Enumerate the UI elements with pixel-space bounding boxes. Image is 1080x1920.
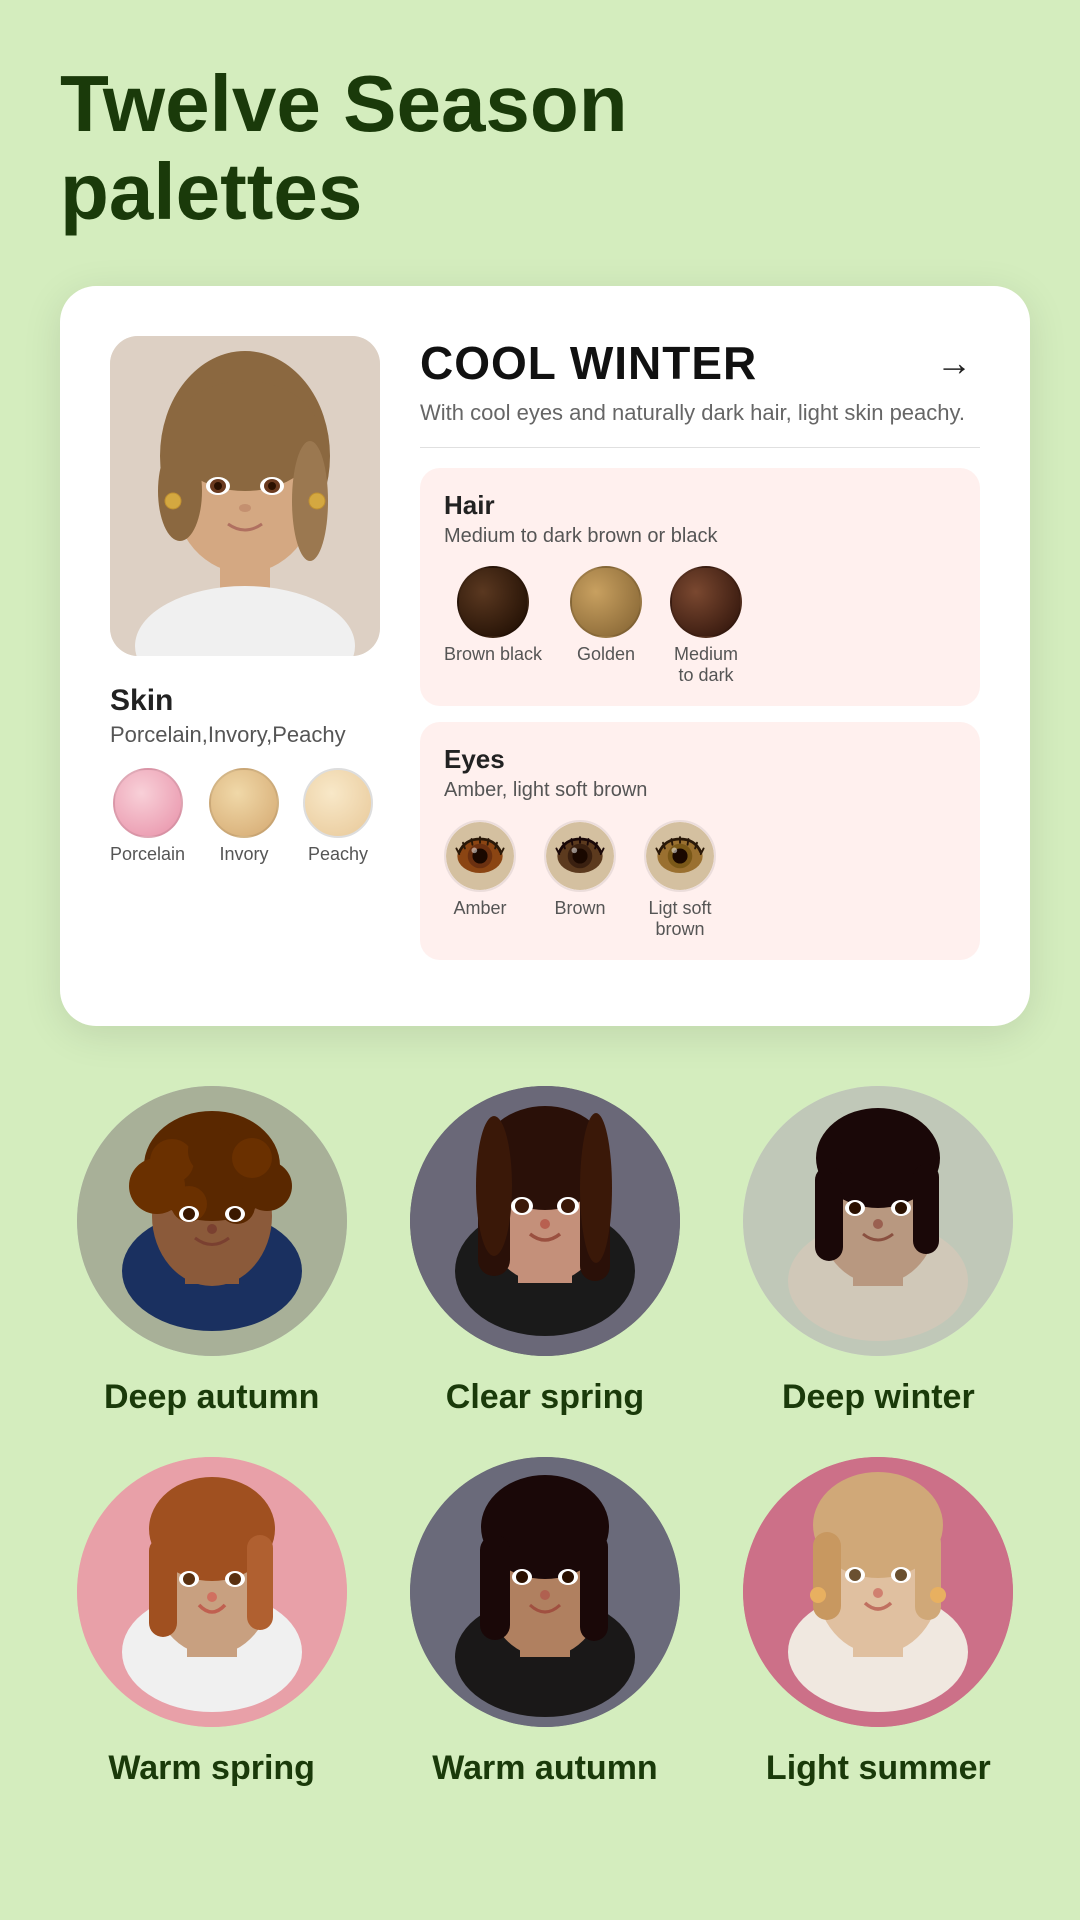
eye-swatch-amber: Amber xyxy=(444,820,516,940)
eye-swatches: Amber xyxy=(444,820,956,940)
swatch-peachy xyxy=(303,768,373,838)
hair-swatch-medium: Medium to dark xyxy=(670,566,742,686)
hair-name-brownblack: Brown black xyxy=(444,644,542,665)
hair-swatch-golden: Golden xyxy=(570,566,642,686)
hair-name-medium: Medium to dark xyxy=(674,644,738,686)
hair-swatches: Brown black Golden Medium to dark xyxy=(444,566,956,686)
avatar-deep-autumn xyxy=(77,1086,347,1356)
people-grid: Deep autumn xyxy=(60,1086,1030,1788)
portrait xyxy=(110,336,380,656)
person-clear-spring[interactable]: Clear spring xyxy=(393,1086,696,1417)
hair-label: Hair xyxy=(444,490,956,521)
swatch-porcelain xyxy=(113,768,183,838)
divider xyxy=(420,447,980,448)
avatar-light-summer xyxy=(743,1457,1013,1727)
hair-circle-medium xyxy=(670,566,742,638)
eye-name-lightbrown: Ligt soft brown xyxy=(648,898,711,940)
card-right: COOL WINTER → With cool eyes and natural… xyxy=(420,336,980,976)
eyes-label: Eyes xyxy=(444,744,956,775)
person-name-warm-spring: Warm spring xyxy=(108,1749,315,1788)
person-name-warm-autumn: Warm autumn xyxy=(432,1749,657,1788)
hair-section: Hair Medium to dark brown or black Brown… xyxy=(420,468,980,706)
avatar-warm-spring xyxy=(77,1457,347,1727)
person-name-deep-winter: Deep winter xyxy=(782,1378,975,1417)
eye-circle-lightbrown xyxy=(644,820,716,892)
avatar-warm-autumn xyxy=(410,1457,680,1727)
eye-swatch-brown: Brown xyxy=(544,820,616,940)
eye-circle-amber xyxy=(444,820,516,892)
season-description: With cool eyes and naturally dark hair, … xyxy=(420,398,980,429)
page-title: Twelve Seasonpalettes xyxy=(60,60,1030,236)
swatch-item-porcelain: Porcelain xyxy=(110,768,185,865)
swatch-name-peachy: Peachy xyxy=(308,844,368,865)
season-card: Skin Porcelain,Invory,Peachy Porcelain I… xyxy=(60,286,1030,1026)
hair-subtitle: Medium to dark brown or black xyxy=(444,525,956,548)
person-warm-spring[interactable]: Warm spring xyxy=(60,1457,363,1788)
person-name-clear-spring: Clear spring xyxy=(446,1378,644,1417)
swatch-name-porcelain: Porcelain xyxy=(110,844,185,865)
hair-circle-brownblack xyxy=(457,566,529,638)
person-name-light-summer: Light summer xyxy=(766,1749,991,1788)
avatar-deep-winter xyxy=(743,1086,1013,1356)
card-header: COOL WINTER → xyxy=(420,336,980,390)
swatch-name-invory: Invory xyxy=(220,844,269,865)
hair-name-golden: Golden xyxy=(577,644,635,665)
eye-circle-brown xyxy=(544,820,616,892)
page: Twelve Seasonpalettes xyxy=(0,0,1080,1920)
eye-swatch-lightbrown: Ligt soft brown xyxy=(644,820,716,940)
eyes-section: Eyes Amber, light soft brown xyxy=(420,722,980,960)
swatch-item-invory: Invory xyxy=(209,768,279,865)
hair-circle-golden xyxy=(570,566,642,638)
season-title: COOL WINTER xyxy=(420,336,757,390)
person-name-deep-autumn: Deep autumn xyxy=(104,1378,319,1417)
skin-label: Skin xyxy=(110,684,173,718)
person-light-summer[interactable]: Light summer xyxy=(727,1457,1030,1788)
person-warm-autumn[interactable]: Warm autumn xyxy=(393,1457,696,1788)
skin-subtitle: Porcelain,Invory,Peachy xyxy=(110,722,346,748)
eyes-subtitle: Amber, light soft brown xyxy=(444,779,956,802)
avatar-clear-spring xyxy=(410,1086,680,1356)
card-left: Skin Porcelain,Invory,Peachy Porcelain I… xyxy=(110,336,380,976)
person-deep-autumn[interactable]: Deep autumn xyxy=(60,1086,363,1417)
person-deep-winter[interactable]: Deep winter xyxy=(727,1086,1030,1417)
season-arrow-button[interactable]: → xyxy=(928,337,980,389)
swatch-item-peachy: Peachy xyxy=(303,768,373,865)
eye-name-amber: Amber xyxy=(453,898,506,919)
hair-swatch-brownblack: Brown black xyxy=(444,566,542,686)
eye-name-brown: Brown xyxy=(554,898,605,919)
swatch-invory xyxy=(209,768,279,838)
skin-swatches: Porcelain Invory Peachy xyxy=(110,768,373,865)
